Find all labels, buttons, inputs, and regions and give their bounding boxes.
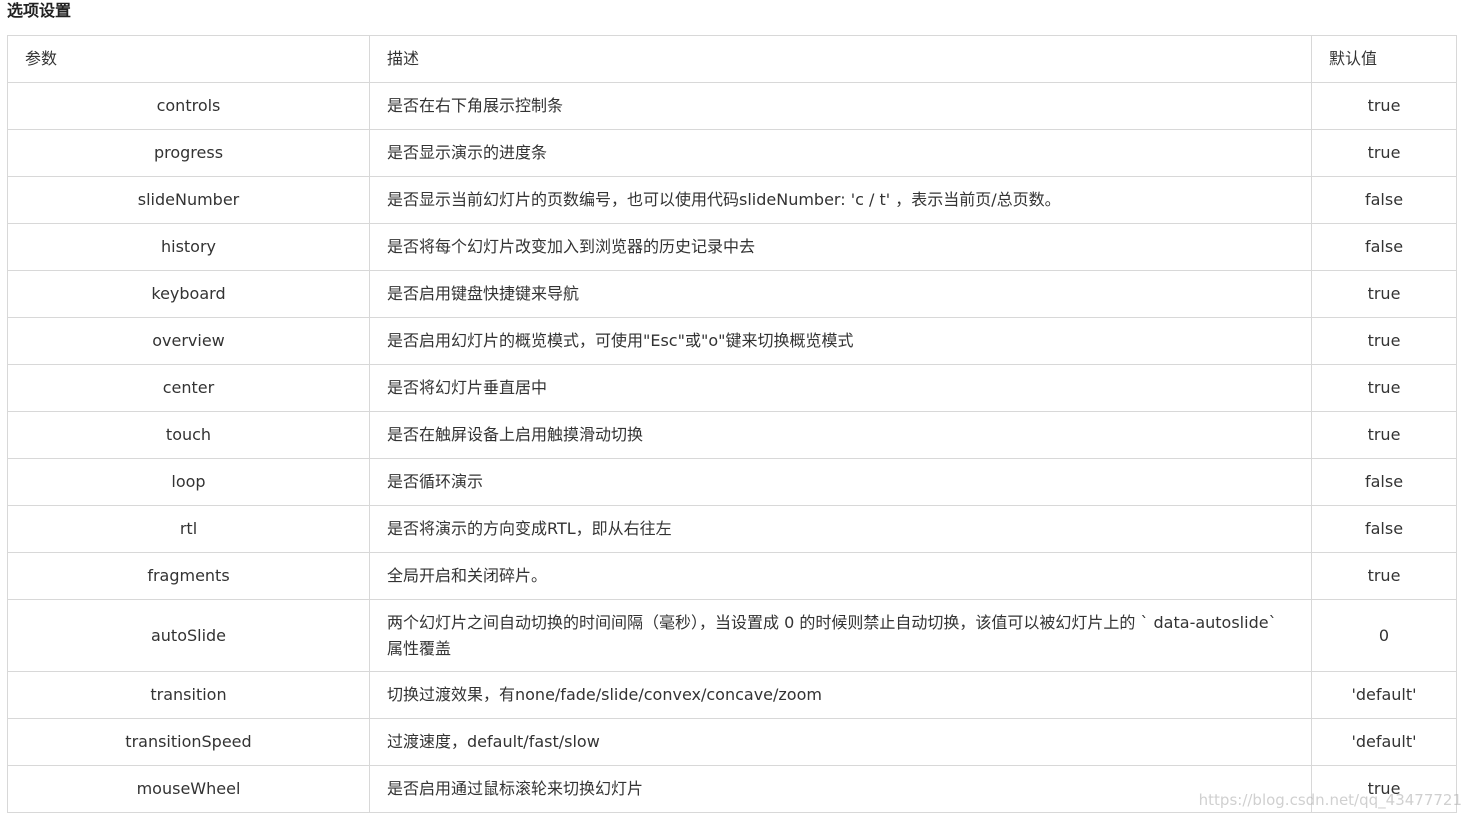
description-cell: 是否启用通过鼠标滚轮来切换幻灯片 [369, 765, 1312, 813]
param-cell: fragments [7, 552, 370, 600]
description-cell: 是否将演示的方向变成RTL，即从右往左 [369, 505, 1312, 553]
description-cell: 是否显示演示的进度条 [369, 129, 1312, 177]
table-row: keyboard 是否启用键盘快捷键来导航 true [7, 270, 1457, 318]
header-default: 默认值 [1311, 35, 1457, 83]
table-row: autoSlide 两个幻灯片之间自动切换的时间间隔（毫秒），当设置成 0 的时… [7, 599, 1457, 672]
param-cell: rtl [7, 505, 370, 553]
table-row: touch 是否在触屏设备上启用触摸滑动切换 true [7, 411, 1457, 459]
description-cell: 是否在右下角展示控制条 [369, 82, 1312, 130]
param-cell: touch [7, 411, 370, 459]
table-row: transition 切换过渡效果，有none/fade/slide/conve… [7, 671, 1457, 719]
table-row: overview 是否启用幻灯片的概览模式，可使用"Esc"或"o"键来切换概览… [7, 317, 1457, 365]
param-cell: transition [7, 671, 370, 719]
default-cell: 'default' [1311, 718, 1457, 766]
header-description: 描述 [369, 35, 1312, 83]
default-cell: false [1311, 223, 1457, 271]
param-cell: transitionSpeed [7, 718, 370, 766]
table-row: mouseWheel 是否启用通过鼠标滚轮来切换幻灯片 true [7, 765, 1457, 813]
default-cell: true [1311, 82, 1457, 130]
table-row: transitionSpeed 过渡速度，default/fast/slow '… [7, 718, 1457, 766]
description-cell: 是否启用键盘快捷键来导航 [369, 270, 1312, 318]
description-cell: 是否将幻灯片垂直居中 [369, 364, 1312, 412]
table-header-row: 参数 描述 默认值 [7, 35, 1457, 83]
table-row: loop 是否循环演示 false [7, 458, 1457, 506]
table-row: slideNumber 是否显示当前幻灯片的页数编号，也可以使用代码slideN… [7, 176, 1457, 224]
param-cell: loop [7, 458, 370, 506]
default-cell: true [1311, 129, 1457, 177]
table-row: progress 是否显示演示的进度条 true [7, 129, 1457, 177]
default-cell: 'default' [1311, 671, 1457, 719]
default-cell: true [1311, 270, 1457, 318]
param-cell: controls [7, 82, 370, 130]
default-cell: false [1311, 176, 1457, 224]
options-table: 参数 描述 默认值 controls 是否在右下角展示控制条 true prog… [7, 35, 1457, 813]
description-cell: 两个幻灯片之间自动切换的时间间隔（毫秒），当设置成 0 的时候则禁止自动切换，该… [369, 599, 1312, 672]
table-row: controls 是否在右下角展示控制条 true [7, 82, 1457, 130]
table-row: center 是否将幻灯片垂直居中 true [7, 364, 1457, 412]
default-cell: true [1311, 765, 1457, 813]
default-cell: 0 [1311, 599, 1457, 672]
default-cell: true [1311, 552, 1457, 600]
description-cell: 是否启用幻灯片的概览模式，可使用"Esc"或"o"键来切换概览模式 [369, 317, 1312, 365]
table-row: fragments 全局开启和关闭碎片。 true [7, 552, 1457, 600]
table-row: history 是否将每个幻灯片改变加入到浏览器的历史记录中去 false [7, 223, 1457, 271]
default-cell: false [1311, 505, 1457, 553]
table-row: rtl 是否将演示的方向变成RTL，即从右往左 false [7, 505, 1457, 553]
param-cell: center [7, 364, 370, 412]
description-cell: 是否将每个幻灯片改变加入到浏览器的历史记录中去 [369, 223, 1312, 271]
default-cell: true [1311, 364, 1457, 412]
default-cell: true [1311, 411, 1457, 459]
default-cell: false [1311, 458, 1457, 506]
description-cell: 全局开启和关闭碎片。 [369, 552, 1312, 600]
param-cell: overview [7, 317, 370, 365]
default-cell: true [1311, 317, 1457, 365]
description-cell: 切换过渡效果，有none/fade/slide/convex/concave/z… [369, 671, 1312, 719]
section-title: 选项设置 [7, 1, 72, 20]
param-cell: autoSlide [7, 599, 370, 672]
param-cell: keyboard [7, 270, 370, 318]
description-cell: 是否显示当前幻灯片的页数编号，也可以使用代码slideNumber: 'c / … [369, 176, 1312, 224]
header-param: 参数 [7, 35, 370, 83]
param-cell: mouseWheel [7, 765, 370, 813]
description-cell: 是否在触屏设备上启用触摸滑动切换 [369, 411, 1312, 459]
description-cell: 是否循环演示 [369, 458, 1312, 506]
param-cell: history [7, 223, 370, 271]
description-cell: 过渡速度，default/fast/slow [369, 718, 1312, 766]
param-cell: slideNumber [7, 176, 370, 224]
param-cell: progress [7, 129, 370, 177]
